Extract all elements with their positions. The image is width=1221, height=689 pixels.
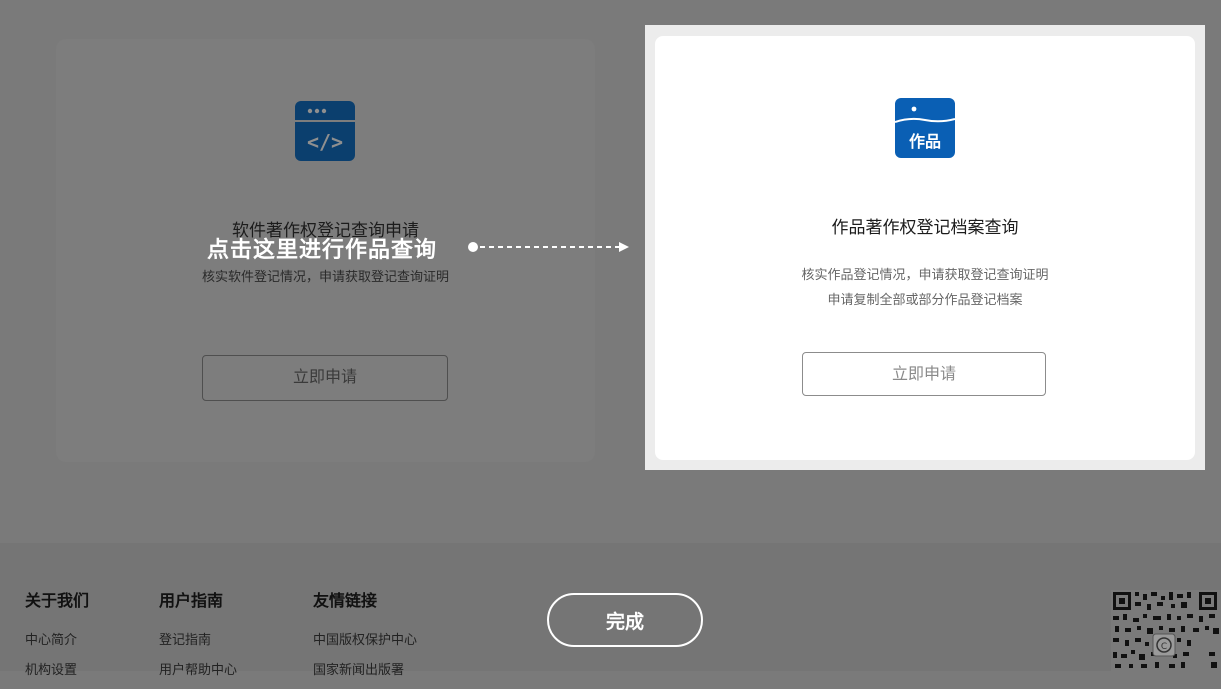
svg-text:</>: </> — [307, 130, 343, 154]
footer-link-help[interactable]: 用户帮助中心 — [159, 659, 237, 678]
software-apply-button[interactable]: 立即申请 — [202, 355, 448, 401]
tutorial-hint-text: 点击这里进行作品查询 — [207, 237, 438, 262]
code-window-icon: </> — [295, 101, 355, 161]
footer-col-links: 友情链接 中国版权保护中心 国家新闻出版署 — [313, 587, 417, 689]
footer-heading-links: 友情链接 — [313, 593, 378, 610]
qr-code-icon: C — [1111, 590, 1221, 671]
footer-link-intro[interactable]: 中心简介 — [25, 629, 89, 648]
works-card-description: 核实作品登记情况，申请获取登记查询证明 申请复制全部或部分作品登记档案 — [655, 262, 1195, 312]
footer-link-org[interactable]: 机构设置 — [25, 659, 89, 678]
footer-heading-about: 关于我们 — [25, 593, 90, 610]
footer-link-reg-guide[interactable]: 登记指南 — [159, 629, 237, 648]
footer-link-cpcc[interactable]: 中国版权保护中心 — [313, 629, 417, 648]
works-apply-button[interactable]: 立即申请 — [802, 352, 1046, 396]
done-button[interactable]: 完成 — [547, 593, 703, 647]
works-desc-line-2: 申请复制全部或部分作品登记档案 — [827, 292, 1023, 307]
footer-link-nppa[interactable]: 国家新闻出版署 — [313, 659, 417, 678]
works-desc-line-1: 核实作品登记情况，申请获取登记查询证明 — [801, 267, 1049, 282]
footer-heading-guide: 用户指南 — [159, 593, 224, 610]
footer-col-about: 关于我们 中心简介 机构设置 — [25, 587, 89, 689]
svg-text:C: C — [1161, 642, 1167, 652]
site-footer: 关于我们 中心简介 机构设置 用户指南 登记指南 用户帮助中心 友情链接 中国版… — [0, 543, 1221, 677]
works-query-card[interactable]: 作品 作品著作权登记档案查询 核实作品登记情况，申请获取登记查询证明 申请复制全… — [655, 36, 1195, 460]
works-card-title: 作品著作权登记档案查询 — [831, 218, 1019, 237]
dashed-arrow-icon — [464, 237, 634, 257]
software-card-description: 核实软件登记情况，申请获取登记查询证明 — [201, 269, 449, 284]
works-badge-label: 作品 — [908, 134, 941, 151]
footer-col-guide: 用户指南 登记指南 用户帮助中心 — [159, 587, 237, 689]
